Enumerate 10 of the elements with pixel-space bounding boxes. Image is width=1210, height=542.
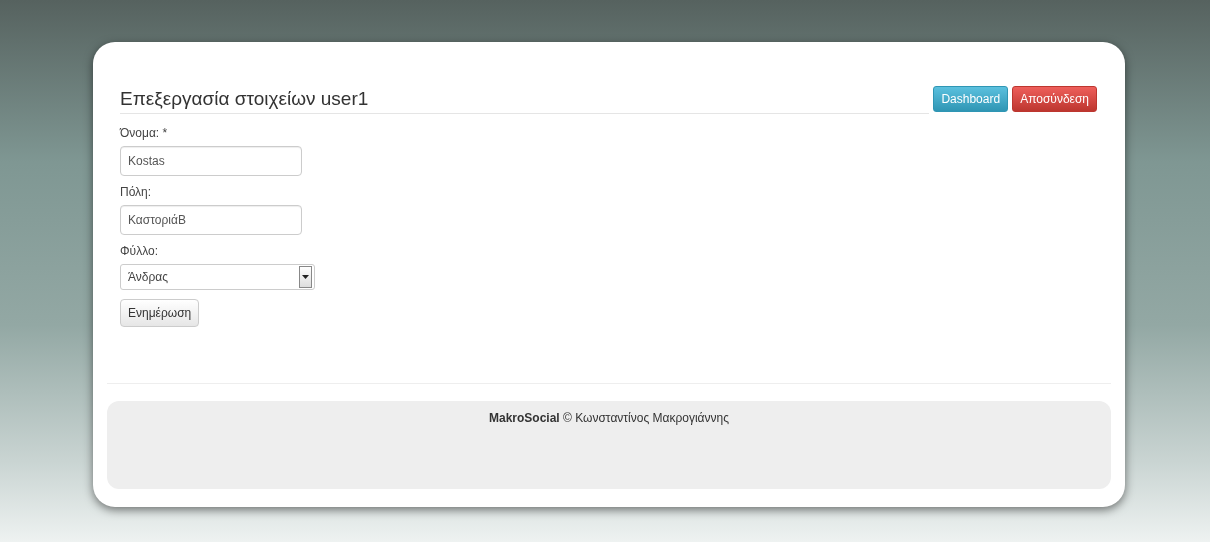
header-button[interactable]: Αποσύνδεση (1012, 86, 1097, 112)
input-field[interactable]: Kostas (120, 146, 302, 176)
footer-text: MakroSocial © Κωνσταντίνος Μακρογιάννης (488, 411, 729, 427)
page-title: Επεξεργασία στοιχείων user1 (120, 88, 930, 114)
field-label: Φύλλο: (120, 244, 158, 258)
field-label: Πόλη: (120, 185, 152, 199)
input-field[interactable]: ΚαστοριάΒ (120, 205, 302, 235)
update-button[interactable]: Ενημέρωση (120, 299, 200, 327)
field-label: Όνομα: * (120, 126, 168, 140)
select-field[interactable]: Άνδρας (120, 264, 315, 290)
